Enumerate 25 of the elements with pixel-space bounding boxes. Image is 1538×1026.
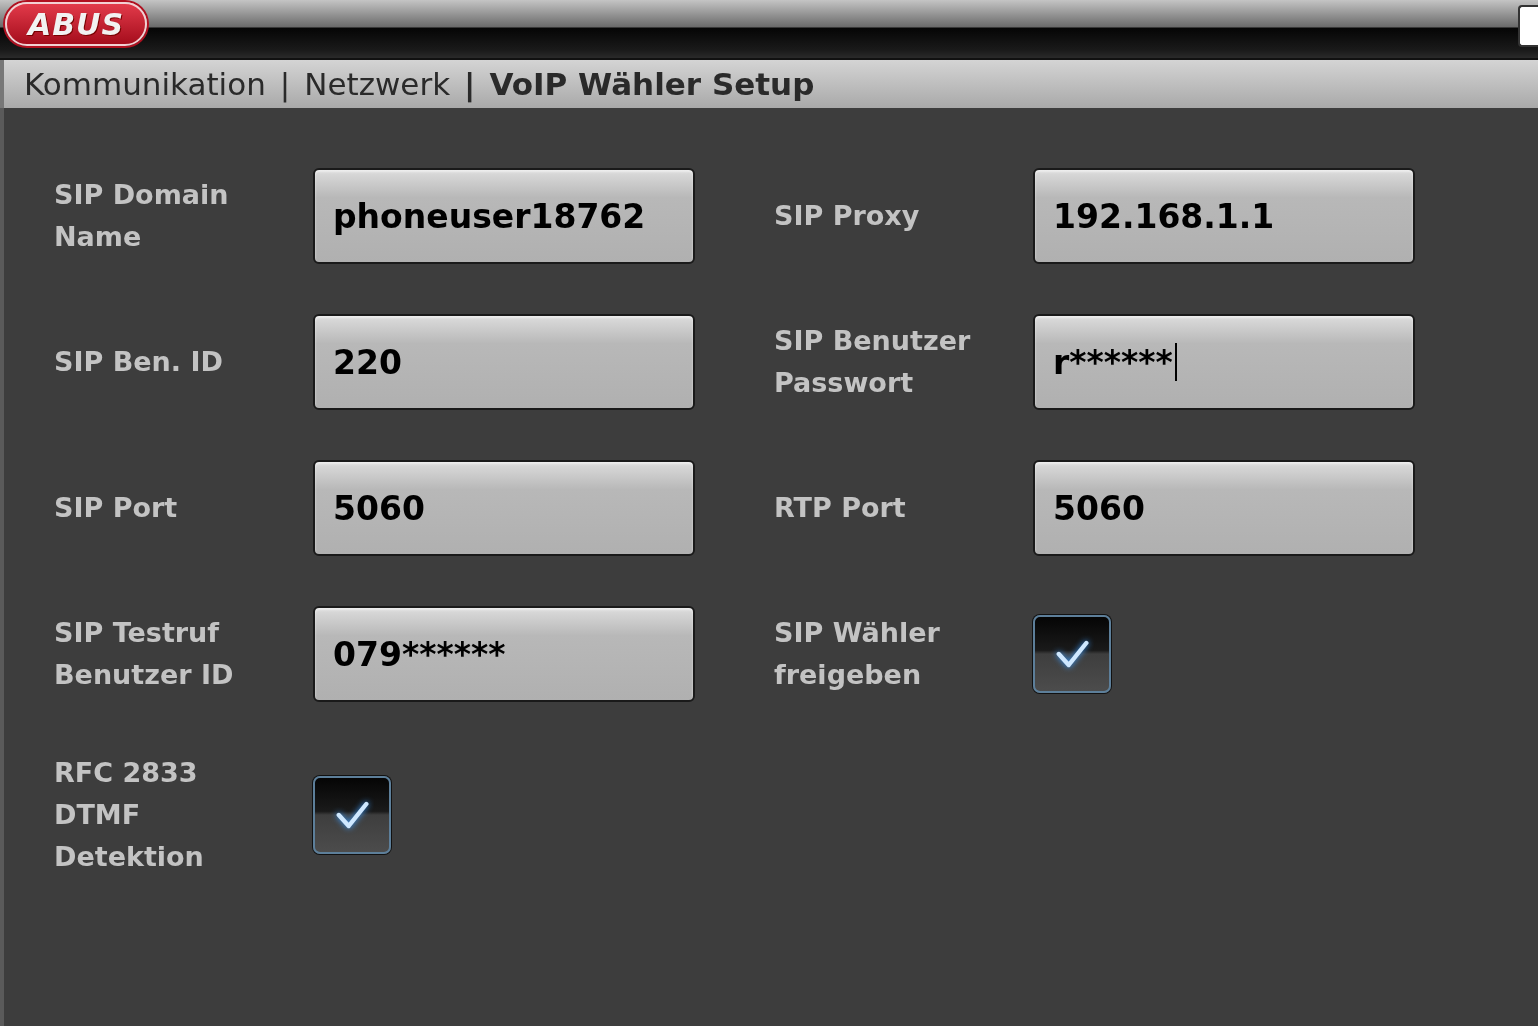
breadcrumb-item[interactable]: Kommunikation xyxy=(24,66,266,102)
input-field[interactable]: phoneuser18762 xyxy=(313,168,695,264)
field-label: RTP Port xyxy=(774,491,907,525)
breadcrumb-separator: | xyxy=(279,66,291,102)
checkbox[interactable] xyxy=(1033,615,1111,693)
field-label: SIP Domain Name xyxy=(54,178,230,254)
field-label: SIP Port xyxy=(54,491,179,525)
info-icon[interactable] xyxy=(1518,5,1538,47)
input-field[interactable]: 079****** xyxy=(313,606,695,702)
input-field[interactable]: 5060 xyxy=(1033,460,1415,556)
input-field[interactable]: 220 xyxy=(313,314,695,410)
field-label: SIP Ben. ID xyxy=(54,345,224,379)
field-label: SIP Benutzer Passwort xyxy=(774,324,972,400)
breadcrumb-separator: | xyxy=(464,66,476,102)
breadcrumb-item[interactable]: Netzwerk xyxy=(304,66,451,102)
field-label: RFC 2833 DTMF Detektion xyxy=(54,756,205,874)
input-field[interactable]: r****** xyxy=(1033,314,1415,410)
checkbox[interactable] xyxy=(313,776,391,854)
logo: ABUS xyxy=(5,2,147,46)
field-label: SIP Testruf Benutzer ID xyxy=(54,616,235,692)
field-label: SIP Proxy xyxy=(774,199,921,233)
input-field[interactable]: 5060 xyxy=(313,460,695,556)
field-label: SIP Wähler freigeben xyxy=(774,616,941,692)
input-field[interactable]: 192.168.1.1 xyxy=(1033,168,1415,264)
breadcrumb-item[interactable]: VoIP Wähler Setup xyxy=(489,66,815,102)
